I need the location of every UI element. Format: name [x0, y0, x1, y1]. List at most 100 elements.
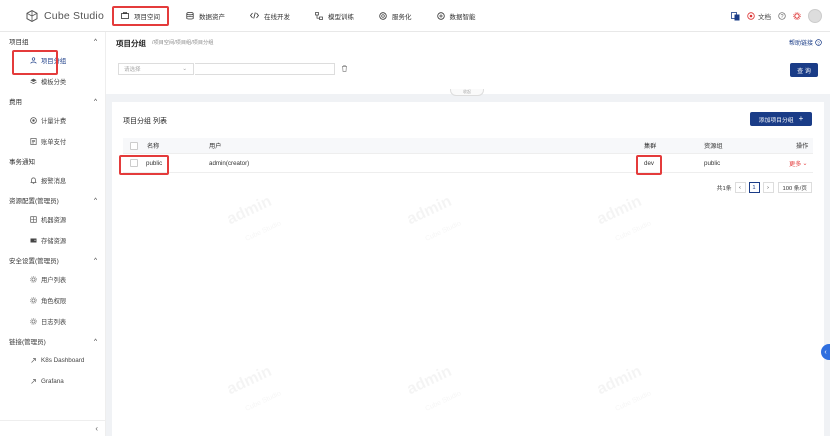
layers-icon	[30, 78, 37, 85]
query-button[interactable]: 查 询	[790, 63, 818, 77]
translate-icon[interactable]	[731, 11, 740, 21]
question-icon[interactable]: ?	[778, 12, 786, 20]
sidebar-group-notice[interactable]: 事务通知	[0, 152, 105, 170]
sidebar-group-project[interactable]: 项目组 ^	[0, 32, 105, 50]
sidebar-item-k8s[interactable]: K8s Dashboard	[0, 350, 105, 371]
sidebar-group-security[interactable]: 安全设置(管理员) ^	[0, 251, 105, 269]
column-header-resource-group: 资源组	[704, 143, 723, 150]
chevron-up-icon: ^	[93, 337, 97, 345]
nav-train[interactable]: 模型训练	[307, 6, 362, 26]
nav-data[interactable]: 数据资产	[178, 6, 233, 26]
page-number[interactable]: 1	[748, 182, 760, 193]
page-title: 项目分组	[116, 39, 146, 48]
sidebar-group-cost[interactable]: 费用 ^	[0, 92, 105, 110]
chevron-up-icon: ^	[93, 97, 97, 105]
meter-icon	[30, 117, 37, 124]
sidebar-collapse-button[interactable]: ‹	[0, 420, 106, 436]
sidebar-item-metering[interactable]: 计量计费	[0, 110, 105, 131]
table-title: 项目分组 列表	[123, 118, 167, 125]
team-icon	[30, 57, 37, 64]
plus-icon: +	[798, 114, 804, 123]
svg-text:?: ?	[817, 40, 820, 46]
sidebar-item-template[interactable]: 模板分类	[0, 71, 105, 92]
main-content: 项目分组 /项目空间/项目组/项目分组 帮助链接 ? 请选择 ⌄ 查 询 收起 …	[106, 32, 830, 436]
alarm-icon	[30, 177, 37, 184]
add-project-group-button[interactable]: 添加项目分组 +	[750, 112, 812, 126]
server-icon	[30, 216, 37, 223]
pagination-total: 共1条	[716, 186, 732, 192]
chevron-left-icon: ‹	[824, 348, 827, 356]
flow-icon	[315, 11, 323, 20]
svg-text:?: ?	[780, 14, 783, 20]
code-icon	[250, 12, 259, 19]
avatar[interactable]	[808, 9, 822, 23]
sidebar-item-machine[interactable]: 机器资源	[0, 209, 105, 230]
database-icon	[186, 11, 194, 19]
globe-icon	[747, 12, 755, 20]
sidebar-item-bill[interactable]: 账单支付	[0, 131, 105, 152]
column-header-name: 名称	[147, 143, 160, 150]
nav-serve[interactable]: 服务化	[371, 6, 420, 26]
side-float-button[interactable]: ‹	[821, 344, 830, 360]
next-page-button[interactable]: ›	[762, 182, 774, 193]
service-icon	[379, 11, 387, 20]
table-row: public admin(creator) dev public 更多 ⌄	[119, 154, 813, 175]
chevron-down-icon: ⌄	[802, 159, 808, 167]
log-gear-icon	[30, 318, 37, 325]
sidebar-item-alarm[interactable]: 报警消息	[0, 170, 105, 191]
chevron-down-icon: ⌄	[182, 66, 187, 72]
sidebar-item-storage[interactable]: 存储资源	[0, 230, 105, 251]
bill-icon	[30, 138, 37, 145]
sidebar-group-links[interactable]: 链接(管理员) ^	[0, 332, 105, 350]
chevron-up-icon: ^	[93, 196, 97, 204]
nav-project[interactable]: 项目空间	[112, 5, 169, 26]
prev-page-button[interactable]: ‹	[734, 182, 746, 193]
sidebar-item-roles[interactable]: 角色权限	[0, 290, 105, 311]
link-icon	[31, 358, 36, 363]
main-nav: 项目空间 数据资产 在线开发 模型训练 服务化 数据智能	[112, 0, 493, 32]
role-gear-icon	[30, 297, 37, 304]
sidebar-item-logs[interactable]: 日志列表	[0, 311, 105, 332]
cube-logo-icon	[26, 9, 38, 22]
gear-icon[interactable]	[793, 12, 801, 20]
link-icon	[31, 379, 36, 384]
chevron-left-icon: ‹	[95, 424, 98, 433]
sidebar-item-users[interactable]: 用户列表	[0, 269, 105, 290]
pagination: 共1条 ‹ 1 › 100 条/页	[717, 182, 812, 193]
nav-ai[interactable]: 数据智能	[429, 6, 484, 26]
table-panel: 项目分组 列表 添加项目分组 + 名称 用户 集群 资源组 操作 public a…	[112, 102, 824, 436]
nav-dev[interactable]: 在线开发	[242, 6, 298, 26]
table-header: 名称 用户 集群 资源组 操作	[123, 138, 813, 154]
help-link[interactable]: 帮助链接 ?	[789, 38, 822, 47]
filter-toggle[interactable]: 收起	[450, 89, 484, 96]
sidebar: 项目组 ^ 项目分组 模板分类 费用 ^ 计量计费 账单支付 事务通知 报警消息 资…	[0, 32, 106, 436]
briefcase-icon	[121, 12, 129, 19]
user-gear-icon	[30, 276, 37, 283]
question-icon: ?	[815, 39, 822, 46]
sidebar-group-resource[interactable]: 资源配置(管理员) ^	[0, 191, 105, 209]
select-all-checkbox[interactable]	[130, 138, 138, 153]
sidebar-item-project-group[interactable]: 项目分组	[0, 50, 105, 75]
column-header-cluster: 集群	[644, 143, 657, 150]
page-size-select[interactable]: 100 条/页	[777, 182, 812, 193]
doc-link[interactable]: 文档	[747, 11, 771, 21]
trash-icon[interactable]	[341, 65, 348, 72]
chevron-up-icon: ^	[93, 256, 97, 264]
brand-logo[interactable]: Cube Studio	[0, 10, 112, 22]
breadcrumb: /项目空间/项目组/项目分组	[152, 40, 214, 46]
chevron-up-icon: ^	[93, 37, 97, 45]
row-more-action[interactable]: 更多 ⌄	[789, 154, 808, 172]
column-header-action: 操作	[796, 143, 809, 150]
top-navbar: Cube Studio 项目空间 数据资产 在线开发 模型训练 服务化 数据智能	[0, 0, 830, 32]
brain-icon	[436, 11, 445, 20]
filter-field-select[interactable]: 请选择 ⌄	[118, 63, 194, 75]
filter-value-input[interactable]	[195, 63, 335, 75]
row-user: admin(creator)	[209, 159, 250, 167]
sidebar-item-grafana[interactable]: Grafana	[0, 371, 105, 392]
column-header-user: 用户	[209, 143, 222, 150]
row-resource-group: public	[704, 159, 721, 167]
highlight-box	[119, 155, 169, 175]
row-cluster: dev	[644, 159, 654, 167]
storage-icon	[30, 238, 37, 243]
brand-name: Cube Studio	[44, 9, 104, 22]
